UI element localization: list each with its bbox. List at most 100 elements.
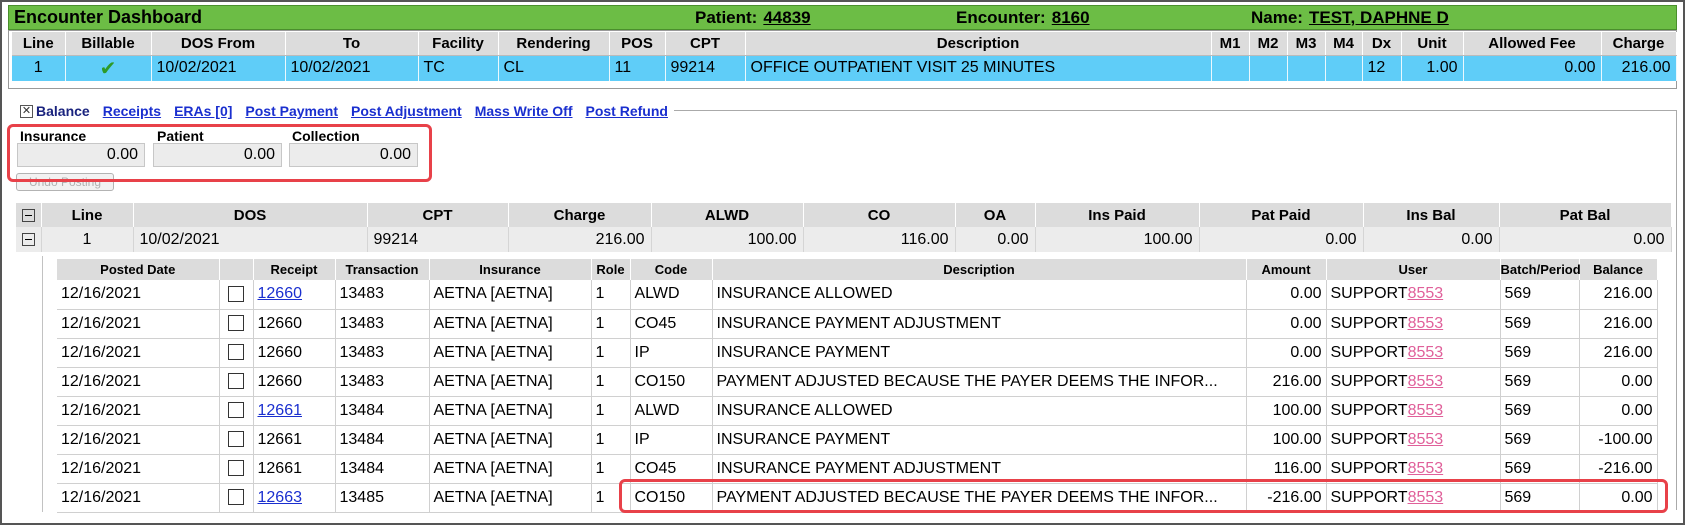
col-allowed-fee[interactable]: Allowed Fee [1463,32,1602,56]
col-charge[interactable]: Charge [508,203,652,227]
col-dos[interactable]: DOS [133,203,368,227]
user-id-link[interactable]: 8553 [1408,431,1444,448]
col-description[interactable]: Description [745,32,1212,56]
tab-post-refund[interactable]: Post Refund [586,103,668,119]
tab-eras[interactable]: ERAs [0] [174,103,232,119]
col-pos[interactable]: POS [609,32,666,56]
select-checkbox[interactable] [228,344,244,361]
col-amount[interactable]: Amount [1246,259,1327,280]
col-receipt[interactable]: Receipt [253,259,336,280]
col-batch-period[interactable]: Batch/Period [1500,259,1581,280]
tab-post-payment[interactable]: Post Payment [245,103,338,119]
col-dx[interactable]: Dx [1362,32,1402,56]
collapse-icon[interactable]: ✕ [20,104,33,118]
select-checkbox[interactable] [228,460,244,477]
cell-select [219,367,254,397]
user-id-link[interactable]: 8553 [1408,373,1444,390]
col-insurance[interactable]: Insurance [429,259,592,280]
col-alwd[interactable]: ALWD [651,203,804,227]
col-select[interactable] [219,259,254,280]
posting-row[interactable]: 12/16/2021 12660 13483 AETNA [AETNA] 1 CO150 P… [57,367,1658,397]
select-checkbox[interactable] [228,286,244,303]
col-pat-bal[interactable]: Pat Bal [1499,203,1672,227]
page-title: Encounter Dashboard [14,7,203,27]
col-to[interactable]: To [285,32,419,56]
col-m3[interactable]: M3 [1287,32,1326,56]
receipt-link[interactable]: 12663 [258,489,303,506]
cell-amount: 0.00 [1246,280,1327,310]
col-ins-bal[interactable]: Ins Bal [1363,203,1500,227]
col-co[interactable]: CO [803,203,956,227]
posting-row[interactable]: 12/16/2021 12660 13483 AETNA [AETNA] 1 ALWD IN… [57,280,1658,310]
select-checkbox[interactable] [228,489,244,506]
encounter-row[interactable]: 1 ✔ 10/02/2021 10/02/2021 TC CL 11 99214… [12,55,1677,81]
col-code[interactable]: Code [630,259,713,280]
cell-posted-date: 12/16/2021 [57,483,220,513]
cell-description: INSURANCE PAYMENT [712,425,1247,455]
col-line[interactable]: Line [41,203,134,227]
col-toggle[interactable] [16,203,42,227]
patient-name-link[interactable]: TEST, DAPHNE D [1309,8,1449,27]
cell-dx: 12 [1362,55,1402,81]
col-billable[interactable]: Billable [65,32,152,56]
user-id-link[interactable]: 8553 [1408,285,1444,302]
col-m2[interactable]: M2 [1249,32,1288,56]
col-ins-paid[interactable]: Ins Paid [1035,203,1200,227]
user-id-link[interactable]: 8553 [1408,315,1444,332]
tab-receipts[interactable]: Receipts [103,103,161,119]
receipt-link[interactable]: 12661 [258,402,303,419]
tab-post-adjustment[interactable]: Post Adjustment [351,103,462,119]
collapse-row-icon[interactable] [21,232,35,246]
user-name: SUPPORT [1330,314,1408,332]
col-role[interactable]: Role [591,259,631,280]
col-posted-date[interactable]: Posted Date [57,259,220,280]
tab-mass-write-off[interactable]: Mass Write Off [475,103,573,119]
cell-description: OFFICE OUTPATIENT VISIT 25 MINUTES [745,55,1212,81]
posting-row[interactable]: 12/16/2021 12661 13484 AETNA [AETNA] 1 IP INSU… [57,425,1658,455]
col-pat-paid[interactable]: Pat Paid [1199,203,1364,227]
col-cpt[interactable]: CPT [367,203,509,227]
cell-role: 1 [591,425,631,455]
col-user[interactable]: User [1326,259,1501,280]
user-id-link[interactable]: 8553 [1408,460,1444,477]
cell-batch-period: 569 [1500,396,1580,426]
select-checkbox[interactable] [228,373,244,390]
cell-code: IP [630,338,713,368]
encounter-grid-header: Line Billable DOS From To Facility Rende… [12,32,1677,56]
cell-user: SUPPORT8553 [1326,280,1501,310]
col-facility[interactable]: Facility [418,32,499,56]
user-name: SUPPORT [1330,285,1408,303]
col-oa[interactable]: OA [955,203,1036,227]
col-line[interactable]: Line [12,32,66,56]
select-checkbox[interactable] [228,315,244,332]
col-charge[interactable]: Charge [1601,32,1677,56]
col-unit[interactable]: Unit [1401,32,1464,56]
posting-row[interactable]: 12/16/2021 12661 13484 AETNA [AETNA] 1 ALWD IN… [57,396,1658,426]
cell-transaction: 13483 [335,280,430,310]
col-m4[interactable]: M4 [1325,32,1363,56]
cell-toggle[interactable] [16,227,42,252]
user-id-link[interactable]: 8553 [1408,402,1444,419]
cell-posted-date: 12/16/2021 [57,396,220,426]
collapse-all-icon[interactable] [21,209,35,223]
col-description[interactable]: Description [712,259,1247,280]
tab-balance[interactable]: ✕ Balance [20,103,90,119]
posting-row[interactable]: 12/16/2021 12660 13483 AETNA [AETNA] 1 CO45 IN… [57,309,1658,339]
posting-row[interactable]: 12/16/2021 12660 13483 AETNA [AETNA] 1 IP INSU… [57,338,1658,368]
receipt-number: 12661 [257,459,303,477]
detail-row[interactable]: 1 10/02/2021 99214 216.00 100.00 116.00 … [16,227,1672,252]
col-balance[interactable]: Balance [1579,259,1658,280]
col-dos-from[interactable]: DOS From [151,32,286,56]
encounter-id-link[interactable]: 8160 [1052,8,1090,27]
select-checkbox[interactable] [228,431,244,448]
col-rendering[interactable]: Rendering [498,32,610,56]
select-checkbox[interactable] [228,402,244,419]
col-m1[interactable]: M1 [1211,32,1250,56]
patient-id-link[interactable]: 44839 [763,8,810,27]
cell-role: 1 [591,396,631,426]
receipt-link[interactable]: 12660 [258,285,303,302]
col-cpt[interactable]: CPT [665,32,746,56]
user-id-link[interactable]: 8553 [1408,344,1444,361]
cell-code: IP [630,425,713,455]
col-transaction[interactable]: Transaction [335,259,430,280]
